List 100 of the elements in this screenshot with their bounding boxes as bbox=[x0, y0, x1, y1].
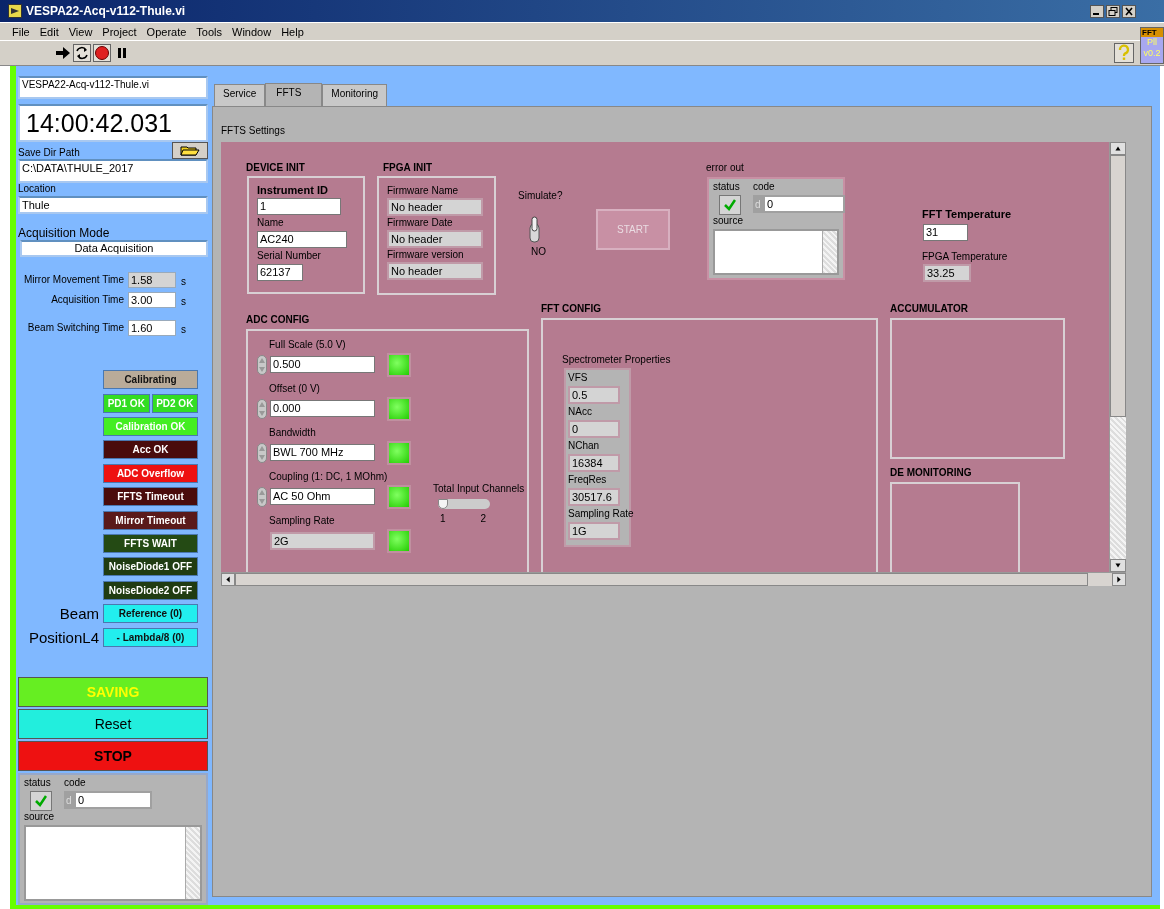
input-field[interactable]: 1 bbox=[257, 198, 341, 215]
location-label: Location bbox=[18, 182, 57, 195]
status-indicator: NoiseDiode1 OFF bbox=[103, 557, 198, 577]
time-label: Acquisition Time bbox=[50, 294, 125, 306]
temperature-label: FPGA Temperature bbox=[922, 251, 1008, 263]
status-indicator: Calibration OK bbox=[103, 417, 198, 436]
tick-label: 1 bbox=[440, 512, 446, 524]
time-label: Mirror Movement Time bbox=[23, 274, 125, 286]
input-field: 2G bbox=[270, 531, 375, 550]
menu-item[interactable]: View bbox=[68, 25, 93, 38]
source-label: source bbox=[713, 215, 744, 227]
row-label: Beam bbox=[59, 605, 99, 623]
indicator-field: 1G bbox=[568, 522, 620, 540]
status-indicator: FFTS Timeout bbox=[103, 487, 198, 507]
time-field: 1.58 bbox=[128, 271, 176, 288]
minimize-icon[interactable] bbox=[1090, 4, 1104, 18]
slider-label: Total Input Channels bbox=[433, 483, 525, 495]
temperature-field: 33.25 bbox=[923, 264, 971, 282]
window-title: VESPA22-Acq-v112-Thule.vi bbox=[26, 4, 187, 18]
section-label: FFTS Settings bbox=[221, 125, 286, 137]
row-label: PositionL4 bbox=[28, 628, 99, 646]
acquisition-mode-label: Acquisition Mode bbox=[18, 225, 111, 240]
field-label: Sampling Rate bbox=[568, 508, 634, 520]
field-label: Coupling (1: DC, 1 MOhm) bbox=[269, 471, 388, 483]
menu-item[interactable]: Operate bbox=[146, 25, 187, 38]
scrollbar[interactable] bbox=[822, 231, 837, 273]
indicator-field: 0.5 bbox=[568, 386, 620, 404]
field-label: NChan bbox=[568, 440, 600, 452]
indicator-field: 0 bbox=[568, 420, 620, 438]
menu-item[interactable]: Project bbox=[102, 25, 137, 38]
toggle-switch[interactable] bbox=[527, 216, 543, 246]
code-field: 0 bbox=[76, 793, 150, 807]
menu-item[interactable]: File bbox=[12, 25, 30, 38]
scrollbar[interactable] bbox=[185, 827, 200, 899]
status-label: status bbox=[713, 181, 741, 193]
status-label: status bbox=[24, 777, 52, 789]
field-label: Sampling Rate bbox=[269, 515, 335, 527]
app-icon bbox=[8, 4, 22, 18]
indicator-field: 30517.6 bbox=[568, 488, 620, 506]
status-indicator: - Lambda/8 (0) bbox=[103, 627, 198, 647]
toggle-state-label: NO bbox=[531, 246, 546, 257]
run-arrow-icon[interactable] bbox=[55, 45, 71, 61]
tab[interactable]: Service bbox=[214, 84, 266, 106]
status-indicator: ADC Overflow bbox=[103, 463, 198, 483]
time-field[interactable]: 3.00 bbox=[128, 291, 176, 308]
group-title: ADC CONFIG bbox=[246, 314, 310, 325]
field-label: Full Scale (5.0 V) bbox=[269, 339, 346, 351]
acquisition-mode-field[interactable]: Data Acquisition bbox=[20, 239, 208, 257]
group-title: DEVICE INIT bbox=[246, 162, 305, 173]
status-indicator: Calibrating bbox=[103, 370, 198, 390]
simulate-label: Simulate? bbox=[518, 190, 563, 201]
abort-icon[interactable] bbox=[93, 44, 111, 62]
unit-label: s bbox=[181, 296, 186, 308]
cluster-label: Spectrometer Properties bbox=[562, 354, 671, 366]
time-label: Beam Switching Time bbox=[26, 322, 125, 334]
status-indicator: NoiseDiode2 OFF bbox=[103, 580, 198, 600]
close-icon[interactable] bbox=[1122, 4, 1136, 18]
folder-icon bbox=[180, 144, 200, 156]
vertical-scrollbar[interactable] bbox=[1109, 142, 1126, 572]
menu-item[interactable]: Window bbox=[232, 25, 272, 38]
vi-name-display: VESPA22-Acq-v112-Thule.vi bbox=[18, 76, 208, 99]
menu-item[interactable]: Tools bbox=[196, 25, 223, 38]
status-indicator: PD1 OK bbox=[103, 393, 150, 413]
status-indicator: Mirror Timeout bbox=[103, 510, 198, 530]
field-label: Firmware Name bbox=[387, 185, 460, 197]
field-label: VFS bbox=[568, 372, 588, 384]
clock-display: 14:00:42.031 bbox=[18, 103, 208, 142]
horizontal-scrollbar[interactable] bbox=[221, 572, 1126, 586]
action-button[interactable]: Reset bbox=[18, 709, 208, 739]
location-field[interactable]: Thule bbox=[18, 195, 208, 214]
field-label: Firmware Date bbox=[387, 217, 454, 229]
field-label: FreqRes bbox=[568, 474, 607, 486]
path-field[interactable]: C:\DATA\THULE_2017 bbox=[18, 158, 208, 183]
time-field[interactable]: 1.60 bbox=[128, 319, 176, 336]
restore-icon[interactable] bbox=[1106, 4, 1120, 18]
indicator-field: No header bbox=[387, 198, 483, 216]
plugin-badge[interactable]: FFT Pll v0.2 bbox=[1140, 27, 1164, 64]
code-field: 0 bbox=[765, 197, 843, 211]
input-field[interactable]: AC 50 Ohm bbox=[270, 488, 375, 505]
action-button[interactable]: STOP bbox=[18, 741, 208, 771]
group-title: FFT CONFIG bbox=[541, 303, 601, 314]
group-title: ACCUMULATOR bbox=[890, 303, 968, 314]
input-field[interactable]: BWL 700 MHz bbox=[270, 444, 375, 461]
status-indicator: Acc OK bbox=[103, 440, 198, 460]
slider-thumb[interactable] bbox=[438, 499, 448, 509]
menu-item[interactable]: Edit bbox=[39, 25, 59, 38]
run-continuously-icon[interactable] bbox=[73, 44, 91, 62]
field-label: NAcc bbox=[568, 406, 592, 418]
input-field[interactable]: 0.500 bbox=[270, 356, 375, 373]
input-field[interactable]: 0.000 bbox=[270, 400, 375, 417]
input-field[interactable]: AC240 bbox=[257, 231, 347, 248]
help-icon[interactable] bbox=[1114, 43, 1134, 63]
group-title: FPGA INIT bbox=[383, 162, 433, 173]
tab[interactable]: Monitoring bbox=[322, 84, 388, 106]
menu-item[interactable]: Help bbox=[281, 25, 304, 38]
unit-label: s bbox=[181, 276, 186, 288]
source-label: source bbox=[24, 811, 55, 823]
input-field[interactable]: 62137 bbox=[257, 264, 303, 281]
field-label: Serial Number bbox=[257, 250, 322, 262]
tab[interactable]: FFTS bbox=[265, 83, 323, 106]
